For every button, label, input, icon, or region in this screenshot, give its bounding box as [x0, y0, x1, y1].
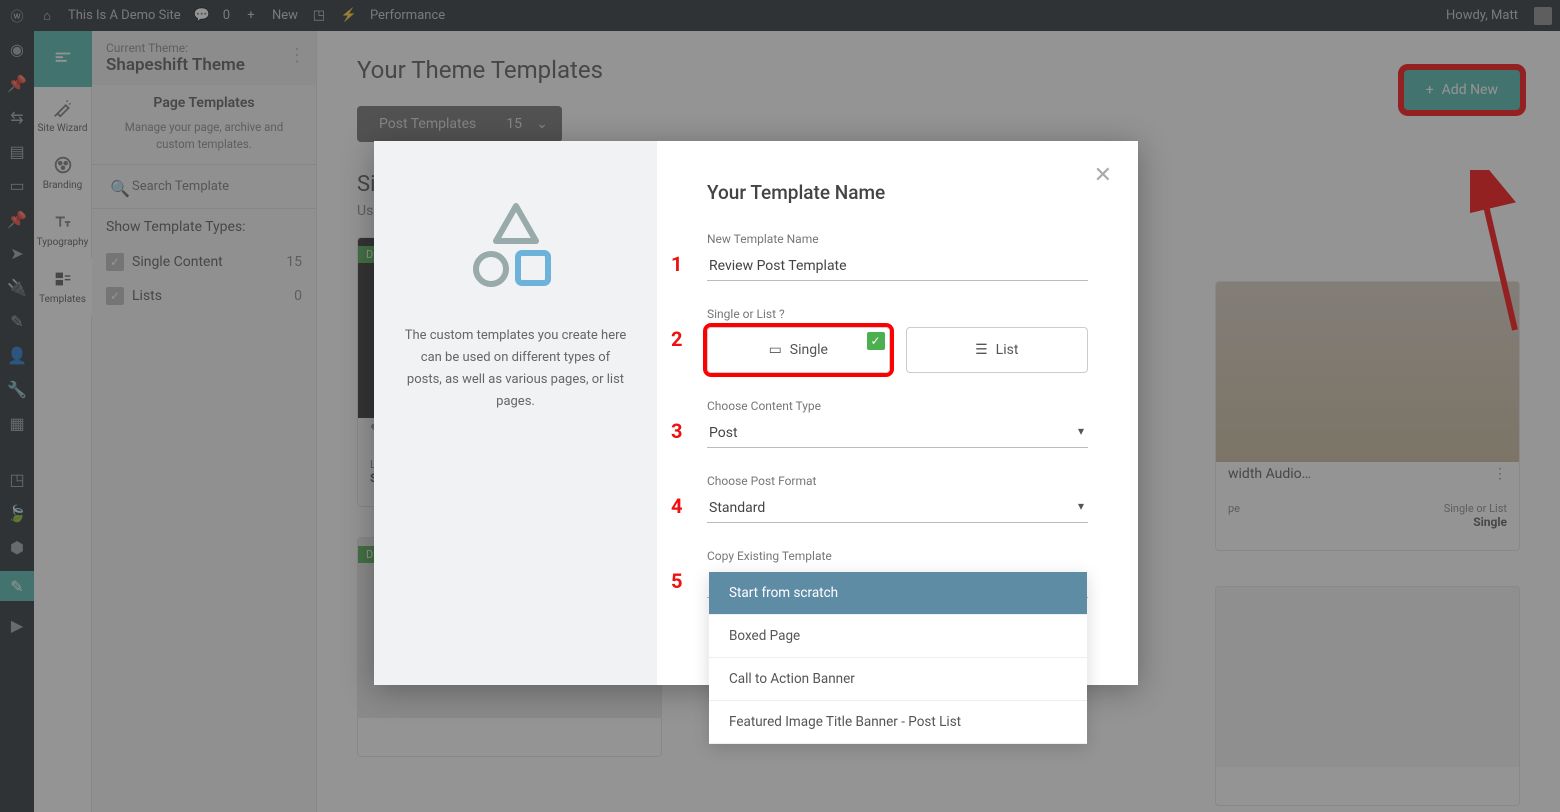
modal-title: Your Template Name [707, 181, 1088, 204]
dropdown-option[interactable]: Call to Action Banner [709, 658, 1087, 701]
list-icon: ☰ [975, 342, 988, 358]
copy-template-dropdown: Start from scratch Boxed Page Call to Ac… [709, 572, 1087, 744]
option-label: List [996, 342, 1019, 358]
option-single[interactable]: ▭ Single ✓ [707, 327, 890, 373]
close-icon[interactable]: ✕ [1094, 163, 1112, 188]
post-format-select[interactable]: Standard [707, 494, 1088, 523]
field-label: Choose Content Type [707, 399, 1088, 413]
dropdown-option[interactable]: Start from scratch [709, 572, 1087, 615]
option-label: Single [790, 342, 828, 358]
step-number-3: 3 [671, 419, 682, 443]
shapes-illustration [466, 201, 566, 295]
field-label: Choose Post Format [707, 474, 1088, 488]
modal-illustration-panel: The custom templates you create here can… [374, 141, 657, 685]
field-label: Single or List ? [707, 307, 1088, 321]
step-number-4: 4 [671, 494, 682, 518]
single-icon: ▭ [769, 342, 782, 358]
dropdown-option[interactable]: Boxed Page [709, 615, 1087, 658]
option-list[interactable]: ☰ List [906, 327, 1089, 373]
template-name-input[interactable] [707, 252, 1088, 281]
step-number-2: 2 [671, 327, 682, 351]
content-type-select[interactable]: Post [707, 419, 1088, 448]
step-number-1: 1 [671, 252, 682, 276]
field-label: New Template Name [707, 232, 1088, 246]
checkmark-icon: ✓ [867, 332, 885, 350]
dropdown-option[interactable]: Featured Image Title Banner - Post List [709, 701, 1087, 744]
step-number-5: 5 [671, 569, 682, 593]
field-label: Copy Existing Template [707, 549, 1088, 563]
modal-description: The custom templates you create here can… [404, 325, 627, 413]
